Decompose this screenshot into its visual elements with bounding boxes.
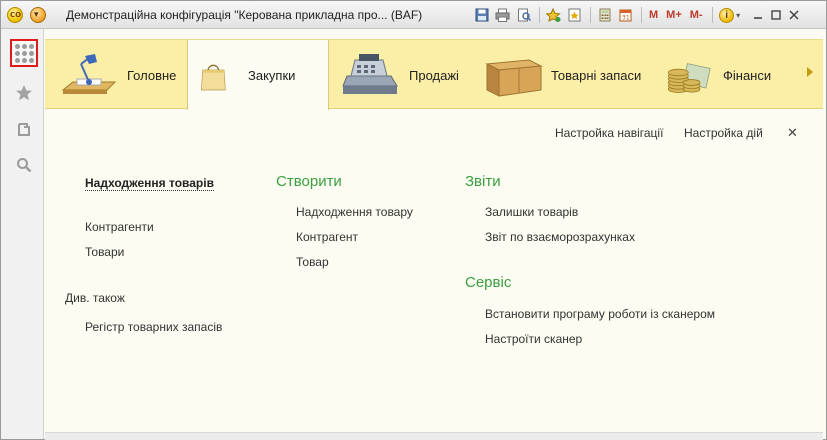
- section-inventory[interactable]: Товарні запаси: [483, 40, 653, 110]
- history-icon: [18, 122, 30, 136]
- cardboard-box-icon: [485, 59, 543, 97]
- maximize-icon[interactable]: [767, 6, 785, 24]
- sections-menu-button[interactable]: [10, 39, 38, 67]
- see-also-heading: Див. також: [65, 291, 125, 305]
- inventory-register-link[interactable]: Регістр товарних запасів: [85, 320, 222, 334]
- goods-receipts-link[interactable]: Надходження товарів: [85, 176, 214, 191]
- navigation-settings-link[interactable]: Настройка навігації: [555, 126, 663, 140]
- section-content: [45, 110, 823, 432]
- settlements-report-link[interactable]: Звіт по взаєморозрахунках: [485, 230, 635, 244]
- apps-grid-icon: [14, 43, 34, 63]
- memory-button[interactable]: M: [646, 6, 661, 25]
- favorites-button[interactable]: [10, 79, 38, 107]
- action-settings-link[interactable]: Настройка дій: [684, 126, 763, 140]
- section-sales[interactable]: Продажі: [341, 40, 471, 110]
- create-group-title: Створити: [276, 173, 342, 190]
- app-logo-icon[interactable]: CO: [7, 7, 23, 23]
- window-bottom-edge: [45, 432, 823, 440]
- configure-scanner-link[interactable]: Настроїти сканер: [485, 332, 582, 346]
- close-icon[interactable]: ✕: [787, 125, 798, 141]
- toolbar-separator: [711, 7, 713, 23]
- title-bar: CO ▾ Демонстраційна конфігурація "Керова…: [1, 1, 826, 29]
- reports-group-title: Звіти: [465, 173, 501, 190]
- stock-balance-report-link[interactable]: Залишки товарів: [485, 205, 578, 219]
- toolbar-separator: [539, 7, 540, 23]
- application-window: CO ▾ Демонстраційна конфігурація "Керова…: [0, 0, 827, 440]
- link-icon[interactable]: [565, 6, 584, 25]
- search-icon: [17, 158, 32, 173]
- memory-minus-button[interactable]: M-: [687, 6, 706, 25]
- section-label: Продажі: [409, 67, 459, 83]
- title-toolbar: 31 M M+ M- i ▾: [472, 5, 803, 25]
- shopping-bag-icon: [200, 64, 226, 90]
- create-goods-receipt-link[interactable]: Надходження товару: [296, 205, 413, 219]
- cash-register-icon: [342, 54, 398, 94]
- section-label: Товарні запаси: [551, 67, 642, 83]
- service-group-title: Сервіс: [465, 274, 512, 291]
- info-icon: i: [719, 7, 735, 23]
- toolbar-separator: [590, 7, 591, 23]
- create-product-link[interactable]: Товар: [296, 255, 329, 269]
- section-home[interactable]: Головне: [59, 40, 189, 110]
- goods-link[interactable]: Товари: [85, 245, 124, 259]
- close-window-icon[interactable]: [785, 6, 803, 24]
- preview-icon[interactable]: [514, 6, 533, 25]
- section-purchases[interactable]: Закупки: [187, 40, 329, 111]
- section-finance[interactable]: Фінанси: [665, 40, 795, 110]
- info-button[interactable]: i ▾: [717, 6, 743, 25]
- scroll-right-icon[interactable]: [807, 67, 813, 77]
- add-to-favorites-icon[interactable]: [544, 6, 563, 25]
- section-label: Фінанси: [723, 67, 772, 83]
- section-label: Головне: [127, 67, 177, 83]
- window-title: Демонстраційна конфігурація "Керована пр…: [66, 8, 423, 22]
- calculator-icon[interactable]: [595, 6, 614, 25]
- section-label: Закупки: [248, 68, 296, 83]
- main-menu-icon[interactable]: ▾: [30, 7, 46, 23]
- calendar-icon[interactable]: 31: [616, 6, 635, 25]
- svg-text:31: 31: [622, 15, 630, 22]
- contractors-link[interactable]: Контрагенти: [85, 220, 154, 234]
- save-icon[interactable]: [472, 6, 491, 25]
- search-button[interactable]: [10, 151, 38, 179]
- toolbar-separator: [641, 7, 642, 23]
- chevron-down-icon: ▾: [736, 10, 741, 20]
- create-contractor-link[interactable]: Контрагент: [296, 230, 358, 244]
- left-rail: [1, 29, 44, 439]
- install-scanner-program-link[interactable]: Встановити програму роботи із сканером: [485, 307, 715, 321]
- memory-plus-button[interactable]: M+: [663, 6, 685, 25]
- print-icon[interactable]: [493, 6, 512, 25]
- coins-icon: [667, 63, 711, 93]
- minimize-icon[interactable]: [749, 6, 767, 24]
- desk-lamp-icon: [61, 54, 117, 94]
- history-button[interactable]: [10, 115, 38, 143]
- star-icon: [16, 85, 32, 101]
- sections-panel: Головне Закупки Продажі Товарні запаси Ф…: [45, 39, 823, 111]
